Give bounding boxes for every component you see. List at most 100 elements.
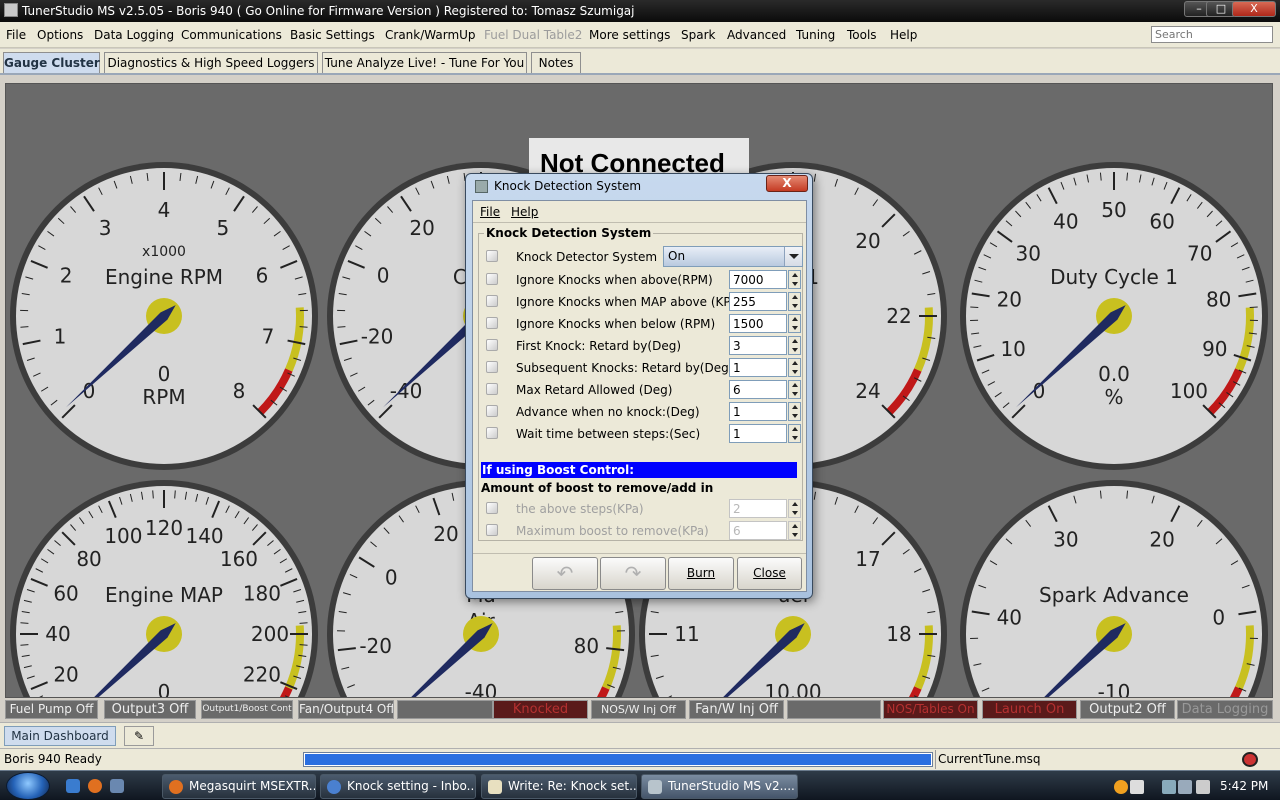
subsequent-retard-input[interactable]: 1 [729,358,787,377]
title-bar: TunerStudio MS v2.5.05 - Boris 940 ( Go … [0,0,1280,22]
field-help-icon[interactable] [486,339,498,351]
dialog-menu-file[interactable]: File [480,205,500,219]
progress-bar [303,752,933,767]
dialog-menu-bar: File Help [473,201,806,223]
gauge-tick-label: 7 [262,325,275,349]
search-input[interactable] [1151,26,1273,43]
field-help-icon[interactable] [486,405,498,417]
offline-icon[interactable] [1242,752,1258,767]
volume-icon[interactable] [1196,780,1210,794]
network-icon[interactable] [1162,780,1176,794]
show-desktop-icon[interactable] [66,779,80,793]
task-tunerstudio[interactable]: TunerStudio MS v2.... [641,774,798,799]
progress-fill [305,754,931,765]
ignore-below-rpm-input[interactable]: 1500 [729,314,787,333]
network2-icon[interactable] [1178,780,1192,794]
indicator-nos-winj: NOS/W Inj Off [591,700,686,719]
menu-more-settings[interactable]: More settings [589,28,670,42]
close-button[interactable]: X [1232,1,1276,17]
tab-tune-analyze[interactable]: Tune Analyze Live! - Tune For You [322,52,527,74]
dialog-close-button[interactable]: Close [737,557,802,590]
gauge: 012345678Engine RPMx10000RPM [10,162,318,470]
spinner-icon[interactable] [788,292,801,311]
add-dashboard-icon[interactable]: ✎ [124,726,154,746]
tab-diagnostics[interactable]: Diagnostics & High Speed Loggers [104,52,318,74]
menu-crank-warmup[interactable]: Crank/WarmUp [385,28,476,42]
boost-steps-input[interactable]: 2 [729,499,787,518]
max-retard-input[interactable]: 6 [729,380,787,399]
field-help-icon[interactable] [486,361,498,373]
field-label: Ignore Knocks when MAP above (KPa) [516,295,743,309]
spinner-icon[interactable] [788,336,801,355]
menu-bar: File Options Data Logging Communications… [0,22,1280,48]
ignore-above-rpm-input[interactable]: 7000 [729,270,787,289]
menu-spark[interactable]: Spark [681,28,715,42]
undo-button[interactable]: ↶ [532,557,598,590]
dialog-menu-help[interactable]: Help [511,205,538,219]
tab-gauge-cluster[interactable]: Gauge Cluster [3,52,100,74]
menu-advanced[interactable]: Advanced [727,28,786,42]
gauge-title: Spark Advance [1039,583,1189,607]
gauge-value: 0 [158,680,171,698]
tab-main-dashboard[interactable]: Main Dashboard [4,726,116,746]
system-tray: 5:42 PM [1106,774,1276,799]
field-help-icon[interactable] [486,383,498,395]
firefox-icon[interactable] [88,779,102,793]
gauge-tick-label: 20 [1149,528,1174,552]
field-help-icon[interactable] [486,317,498,329]
field-label: Subsequent Knocks: Retard by(Deg) [516,361,734,375]
first-knock-retard-input[interactable]: 3 [729,336,787,355]
menu-basic-settings[interactable]: Basic Settings [290,28,375,42]
field-help-icon[interactable] [486,295,498,307]
spinner-icon[interactable] [788,402,801,421]
start-button[interactable] [6,772,50,800]
spinner-icon[interactable] [788,521,801,540]
tab-strip: Gauge Cluster Diagnostics & High Speed L… [0,49,1280,74]
tray-info-icon[interactable] [1130,780,1144,794]
tray-app-icon[interactable] [1114,780,1128,794]
redo-button[interactable]: ↷ [600,557,666,590]
task-label: TunerStudio MS v2.... [668,779,795,793]
field-help-icon[interactable] [486,273,498,285]
menu-options[interactable]: Options [37,28,83,42]
wait-time-input[interactable]: 1 [729,424,787,443]
menu-fuel-dual-table2[interactable]: Fuel Dual Table2 [484,28,582,42]
task-write-reply[interactable]: Write: Re: Knock set... [481,774,637,799]
burn-button[interactable]: Burn [668,557,734,590]
ignore-map-above-input[interactable]: 255 [729,292,787,311]
gauge-units: % [1104,385,1123,409]
field-label: Knock Detector System [516,250,658,264]
menu-tuning[interactable]: Tuning [796,28,835,42]
spinner-icon[interactable] [788,358,801,377]
field-help-icon[interactable] [486,250,498,262]
menu-file[interactable]: File [6,28,26,42]
spinner-icon[interactable] [788,380,801,399]
gauge-value: 0.0 [1098,362,1130,386]
spinner-icon[interactable] [788,424,801,443]
dialog-close-icon[interactable]: X [766,175,808,192]
field-help-icon[interactable] [486,427,498,439]
menu-data-logging[interactable]: Data Logging [94,28,174,42]
spinner-icon[interactable] [788,499,801,518]
tab-notes[interactable]: Notes [531,52,581,74]
advance-no-knock-input[interactable]: 1 [729,402,787,421]
max-boost-remove-input[interactable]: 6 [729,521,787,540]
knock-detector-select[interactable]: On [663,246,803,267]
spinner-icon[interactable] [788,314,801,333]
menu-help[interactable]: Help [890,28,917,42]
field-label: Maximum boost to remove(KPa) [516,524,709,538]
gauge-title: Engine MAP [105,583,223,607]
chevron-down-icon[interactable] [784,247,802,266]
field-subsequent-retard: Subsequent Knocks: Retard by(Deg) 1 [485,358,801,378]
spinner-icon[interactable] [788,270,801,289]
task-knock-setting[interactable]: Knock setting - Inbo... [320,774,476,799]
gauge-tick-label: 80 [1206,287,1231,311]
switch-windows-icon[interactable] [110,779,124,793]
gauge-tick [20,644,29,646]
gauge-tick-label: 20 [409,216,434,240]
menu-communications[interactable]: Communications [181,28,282,42]
task-megasquirt[interactable]: Megasquirt MSEXTR... [162,774,316,799]
gauge-tick-label: 220 [243,663,281,687]
gauge-tick-label: 180 [243,581,281,605]
menu-tools[interactable]: Tools [847,28,877,42]
